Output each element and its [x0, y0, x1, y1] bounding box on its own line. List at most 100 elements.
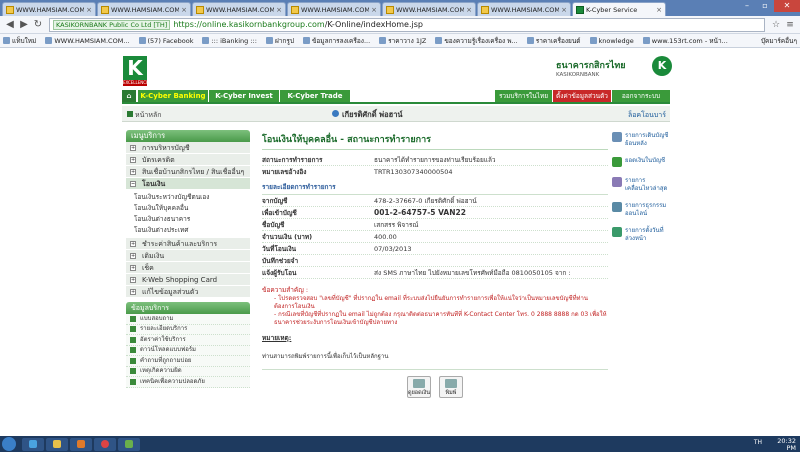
service-link[interactable]: รายละเอียดบริการ: [126, 324, 250, 335]
language-indicator[interactable]: TH: [754, 439, 762, 447]
lock-link[interactable]: ล็อคโอนบาร์: [628, 110, 666, 121]
bookmark-item[interactable]: ของความรู้เรื่องเครื่อง พ...: [435, 36, 518, 46]
home-link[interactable]: หน้าหลัก: [127, 110, 161, 121]
tab-k-cyber-invest[interactable]: K-Cyber Invest: [209, 90, 279, 102]
browser-tab[interactable]: WWW.HAMSIAM.COM # NO×: [192, 2, 286, 16]
service-label: อัตราค่าใช้บริการ: [140, 335, 186, 343]
bookmark-item[interactable]: แท็บใหม่: [3, 36, 36, 46]
sidebar-item[interactable]: + ชำระค่าสินค้าและบริการ: [126, 238, 250, 250]
bookmark-icon: [642, 37, 650, 44]
back-icon[interactable]: ◀: [3, 19, 17, 30]
sidebar-item[interactable]: + แก้ไขข้อมูลส่วนตัว: [126, 286, 250, 298]
quick-link[interactable]: รายการเดินบัญชีย้อนหลัง: [612, 132, 672, 147]
bookmark-item[interactable]: (57) Facebook: [138, 36, 194, 45]
bookmark-item[interactable]: ::: iBanking :::: [202, 36, 257, 45]
browser-tab[interactable]: WWW.HAMSIAM.COM # NO×: [2, 2, 96, 16]
service-info-title: ข้อมูลบริการ: [126, 302, 250, 314]
quick-link-label: ยอดเงินในบัญชี: [625, 157, 666, 164]
left-menu: เมนูบริการ + การบริหารบัญชี + บัตรเครดิต + สิ…: [126, 130, 250, 388]
bookmark-label: ข้อมูลการลงเครือง...: [311, 36, 371, 45]
quick-link[interactable]: รายการเคลื่อนไหวล่าสุด: [612, 177, 672, 192]
ev-certificate-badge[interactable]: KASIKORNBANK Public Co Ltd [TH]: [53, 19, 171, 30]
submenu-item[interactable]: โอนเงินต่างประเทศ: [134, 225, 250, 236]
service-label: เทคนิคเพื่อความปลอดภัย: [140, 377, 205, 385]
close-tab-icon[interactable]: ×: [371, 6, 377, 14]
folder-taskbar-icon[interactable]: [46, 437, 68, 451]
forward-icon[interactable]: ▶: [17, 19, 31, 30]
app-taskbar-icon[interactable]: [118, 437, 140, 451]
reload-icon[interactable]: ↻: [31, 19, 45, 30]
k-excellence-logo[interactable]: K EXCELLENCE: [123, 56, 149, 88]
menu-title: เมนูบริการ: [126, 130, 250, 142]
bookmark-label: ::: iBanking :::: [211, 36, 257, 45]
hamsiam-favicon-icon: [291, 5, 299, 14]
start-button-icon[interactable]: [2, 437, 16, 451]
ie-taskbar-icon[interactable]: [22, 437, 44, 451]
bookmark-item[interactable]: ฝากรูป: [265, 36, 294, 46]
browser-tab[interactable]: WWW.HAMSIAM.COM # NO×: [287, 2, 381, 16]
service-icon: [130, 315, 136, 322]
minimize-icon[interactable]: –: [738, 0, 756, 12]
submenu-item[interactable]: โอนเงินระหว่างบัญชีตนเอง: [134, 192, 250, 203]
bookmark-item[interactable]: ราคาเครื่องยนต์: [526, 36, 581, 46]
sidebar-item[interactable]: + K-Web Shopping Card: [126, 274, 250, 286]
maximize-icon[interactable]: ▫: [756, 0, 774, 12]
quick-link[interactable]: รายการตั้งวันที่ล่วงหน้า: [612, 227, 672, 242]
sidebar-item[interactable]: + บัตรเครดิต: [126, 154, 250, 166]
quick-link[interactable]: ยอดเงินในบัญชี: [612, 157, 672, 167]
browser-tab[interactable]: WWW.HAMSIAM.COM # NO×: [97, 2, 191, 16]
submenu-item[interactable]: โอนเงินให้บุคคลอื่น: [134, 203, 250, 214]
chrome-taskbar-icon[interactable]: [94, 437, 116, 451]
view-balance-button[interactable]: ดูยอดเงิน: [407, 376, 431, 398]
tab-k-cyber-banking[interactable]: K-Cyber Banking: [138, 90, 208, 102]
service-link[interactable]: เหตุเกิดความผิด: [126, 366, 250, 377]
service-label: เหตุเกิดความผิด: [140, 367, 182, 374]
logout-button[interactable]: ออกจากระบบ: [612, 90, 670, 102]
close-tab-icon[interactable]: ×: [86, 6, 92, 14]
close-tab-icon[interactable]: ×: [561, 6, 567, 14]
wrench-icon[interactable]: ≡: [783, 20, 797, 30]
detail-label: ชื่อบัญชี: [262, 220, 285, 229]
service-link[interactable]: เทคนิคเพื่อความปลอดภัย: [126, 377, 250, 388]
close-tab-icon[interactable]: ×: [181, 6, 187, 14]
close-tab-icon[interactable]: ×: [276, 6, 282, 14]
bookmark-item[interactable]: WWW.HAMSIAM.COM...: [45, 37, 130, 45]
browser-tab[interactable]: WWW.HAMSIAM.COM # NO×: [477, 2, 571, 16]
windows-taskbar: TH 20:32 PM: [0, 436, 800, 452]
other-bookmarks[interactable]: บุ๊คมาร์คอื่นๆ: [761, 36, 797, 46]
service-link[interactable]: อัตราค่าใช้บริการ: [126, 335, 250, 346]
close-tab-icon[interactable]: ×: [466, 6, 472, 14]
browser-tab-active[interactable]: K-Cyber Service ×: [572, 2, 666, 16]
close-tab-icon[interactable]: ×: [656, 6, 662, 14]
service-link[interactable]: ดาวน์โหลดแบบฟอร์ม: [126, 345, 250, 356]
sidebar-item[interactable]: + เติมเงิน: [126, 250, 250, 262]
service-link[interactable]: คำถามที่ถูกถามบ่อย: [126, 356, 250, 367]
star-icon[interactable]: ☆: [769, 20, 783, 30]
service-link[interactable]: แบบสอบถาม: [126, 314, 250, 325]
sidebar-item[interactable]: + สินเชื่อบ้านกสิกรไทย / สินเชื่ออื่นๆ: [126, 166, 250, 178]
detail-value: เสกสรร พิจารณ์: [374, 220, 419, 229]
bookmark-item[interactable]: knowledge: [589, 37, 634, 45]
personal-settings-button[interactable]: ตั้งค่าข้อมูลส่วนตัว: [553, 90, 611, 102]
bookmark-label: (57) Facebook: [147, 36, 194, 45]
bookmark-item[interactable]: ข้อมูลการลงเครือง...: [302, 36, 371, 46]
submenu-item[interactable]: โอนเงินต่างธนาคาร: [134, 214, 250, 225]
sidebar-item-label: K-Web Shopping Card: [142, 275, 218, 284]
close-window-icon[interactable]: ✕: [774, 0, 800, 12]
all-services-button[interactable]: รวมบริการในไทย: [495, 90, 552, 102]
url-host: https://online.kasikornbankgroup.com: [173, 20, 325, 29]
sidebar-item[interactable]: − โอนเงิน: [126, 178, 250, 190]
url-input[interactable]: KASIKORNBANK Public Co Ltd [TH] https://…: [49, 17, 765, 32]
sidebar-item[interactable]: + การบริหารบัญชี: [126, 142, 250, 154]
browser-tab[interactable]: WWW.HAMSIAM.COM # NO×: [382, 2, 476, 16]
quick-link[interactable]: รายการธุรกรรมออนไลน์: [612, 202, 672, 217]
print-button[interactable]: พิมพ์: [439, 376, 463, 398]
sidebar-item[interactable]: + เช็ค: [126, 262, 250, 274]
bookmark-item[interactable]: www.153rt.com - หน้า...: [642, 36, 728, 46]
quick-link-icon: [612, 227, 622, 237]
bookmark-item[interactable]: ราคาวาง 1JZ: [379, 36, 426, 46]
home-icon[interactable]: ⌂: [122, 90, 136, 102]
tab-k-cyber-trade[interactable]: K-Cyber Trade: [280, 90, 350, 102]
remark-text: ท่านสามารถพิมพ์รายการนี้เพื่อเก็บไว้เป็น…: [262, 353, 389, 360]
media-taskbar-icon[interactable]: [70, 437, 92, 451]
